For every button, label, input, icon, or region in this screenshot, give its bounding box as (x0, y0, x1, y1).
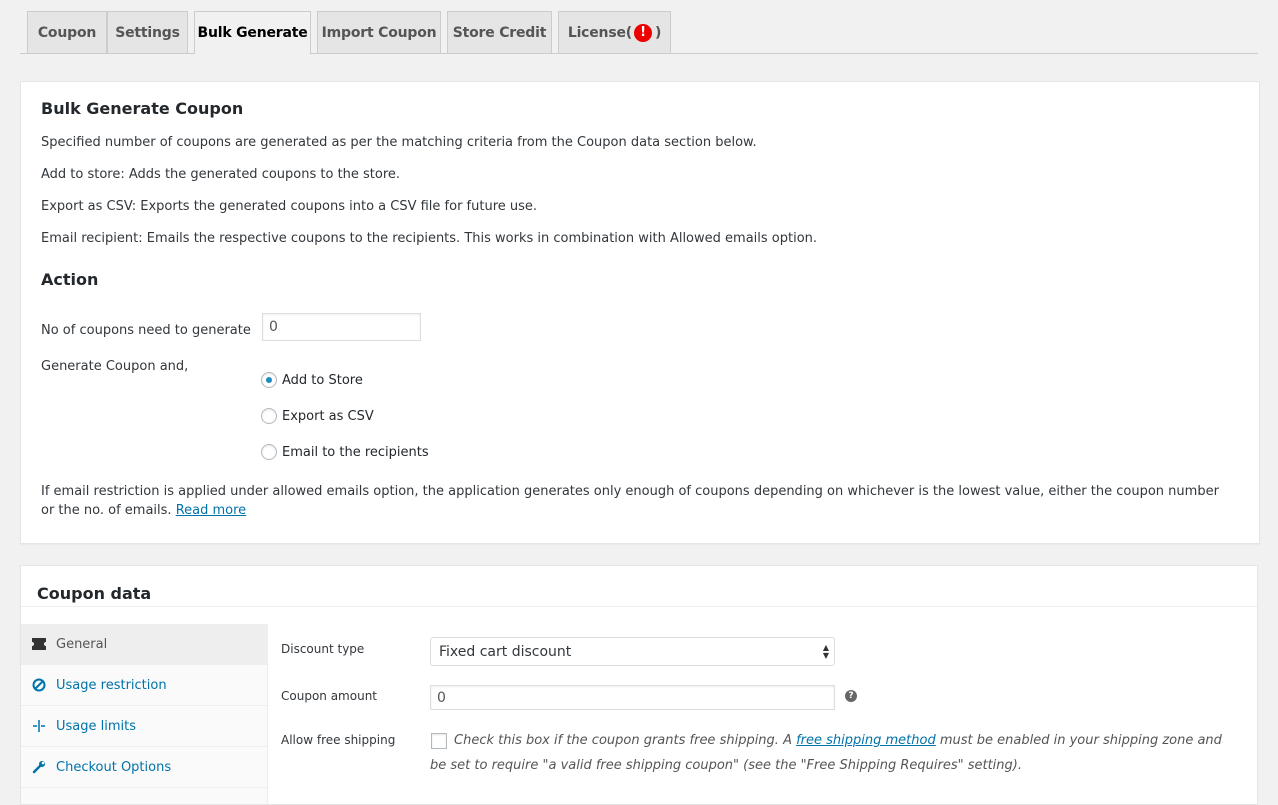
tab-label: License( (567, 24, 632, 41)
sidebar-item-label: Usage limits (56, 718, 137, 734)
description-text: Specified number of coupons are generate… (41, 135, 757, 150)
coupon-data-panel: Coupon data General Usage restriction Us… (20, 565, 1258, 805)
bulk-generate-panel: Bulk Generate Coupon Specified number of… (20, 81, 1260, 544)
coupon-data-title: Coupon data (37, 584, 152, 603)
alert-icon: ! (633, 23, 652, 42)
tab-label: Import Coupon (321, 24, 437, 41)
select-arrows-icon: ▲ ▼ (822, 643, 829, 660)
radio-button[interactable] (261, 444, 277, 460)
tab-label: Store Credit (452, 24, 547, 41)
tab-bulk-generate[interactable]: Bulk Generate (194, 11, 311, 54)
discount-type-select[interactable]: Fixed cart discount ▲ ▼ (430, 637, 835, 666)
ticket-icon (31, 636, 47, 652)
tab-license[interactable]: License( ! ) (558, 11, 671, 53)
free-shipping-label: Allow free shipping (281, 733, 396, 747)
coupon-count-input[interactable]: 0 (262, 313, 421, 341)
description-text: Email recipient: Emails the respective c… (41, 231, 818, 246)
sidebar-item-label: General (56, 636, 108, 652)
sidebar-item-checkout-options[interactable]: Checkout Options (21, 747, 268, 788)
limits-icon (31, 718, 47, 734)
sidebar-item-label: Checkout Options (56, 759, 172, 775)
read-more-link[interactable]: Read more (176, 503, 246, 518)
tab-bar: Coupon Settings Bulk Generate Import Cou… (20, 11, 1258, 54)
tab-store-credit[interactable]: Store Credit (447, 11, 552, 53)
radio-email-recipients[interactable]: Email to the recipients (261, 444, 429, 460)
description-text: Export as CSV: Exports the generated cou… (41, 199, 538, 214)
action-heading: Action (41, 270, 99, 289)
radio-button[interactable] (261, 408, 277, 424)
page-title: Bulk Generate Coupon (41, 99, 244, 118)
tab-settings[interactable]: Settings (107, 11, 188, 53)
radio-label: Export as CSV (282, 408, 374, 424)
email-restriction-note: If email restriction is applied under al… (41, 482, 1231, 520)
discount-type-value: Fixed cart discount (439, 643, 572, 660)
ban-icon (31, 677, 47, 693)
radio-export-csv[interactable]: Export as CSV (261, 408, 374, 424)
free-shipping-method-link[interactable]: free shipping method (796, 733, 936, 748)
description-text: Add to store: Adds the generated coupons… (41, 167, 401, 182)
sidebar-item-usage-restriction[interactable]: Usage restriction (21, 665, 268, 706)
generate-label: Generate Coupon and, (41, 359, 189, 374)
tab-label: Bulk Generate (197, 25, 308, 41)
coupon-amount-label: Coupon amount (281, 689, 378, 703)
radio-label: Email to the recipients (282, 444, 429, 460)
wrench-icon (31, 759, 47, 775)
tab-label: Settings (115, 24, 180, 41)
coupon-data-header: Coupon data (21, 566, 1257, 607)
coupon-count-label: No of coupons need to generate (41, 323, 251, 338)
free-shipping-description: Check this box if the coupon grants free… (430, 728, 1240, 778)
discount-type-label: Discount type (281, 642, 365, 656)
radio-label: Add to Store (282, 372, 363, 388)
sidebar-item-usage-limits[interactable]: Usage limits (21, 706, 268, 747)
tab-label: Coupon (37, 24, 97, 41)
coupon-amount-input[interactable]: 0 (430, 685, 835, 710)
coupon-data-tabs: General Usage restriction Usage limits C… (21, 624, 268, 804)
description-text: Check this box if the coupon grants free… (454, 733, 792, 748)
tab-coupon[interactable]: Coupon (27, 11, 107, 53)
tab-label-suffix: ) (654, 24, 662, 41)
sidebar-item-label: Usage restriction (56, 677, 167, 693)
help-icon[interactable]: ? (845, 690, 857, 702)
radio-add-to-store[interactable]: Add to Store (261, 372, 363, 388)
sidebar-item-general[interactable]: General (21, 624, 268, 665)
radio-button[interactable] (261, 372, 277, 388)
tab-import-coupon[interactable]: Import Coupon (317, 11, 441, 53)
